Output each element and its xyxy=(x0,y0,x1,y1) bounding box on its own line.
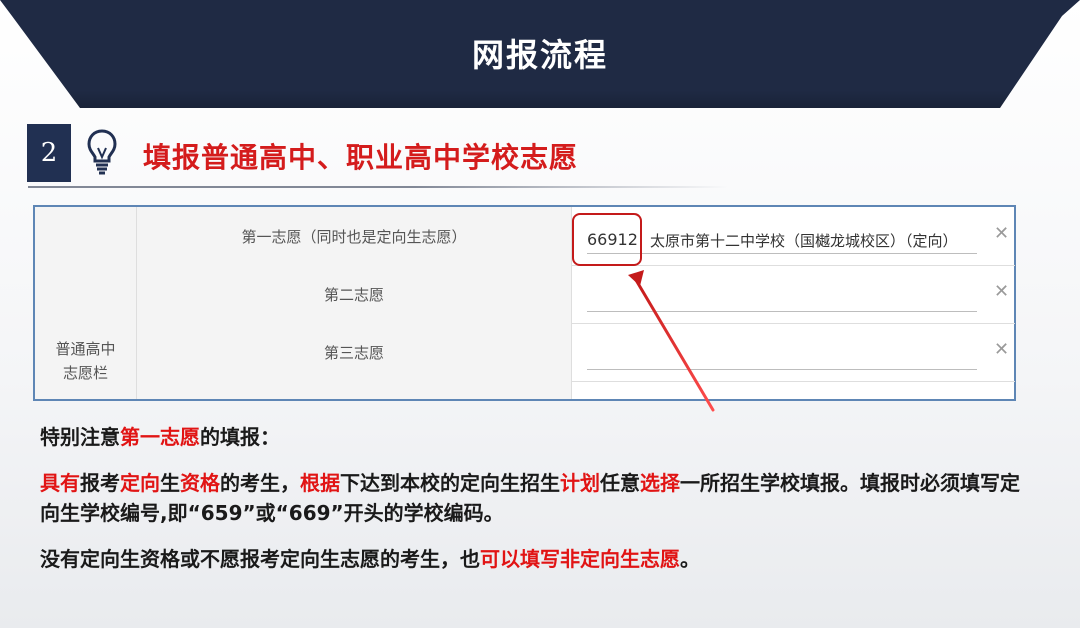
note-line-2: 具有报考定向生资格的考生，根据下达到本校的定向生招生计划任意选择一所招生学校填报… xyxy=(40,468,1030,528)
note-emphasis: 具有 xyxy=(40,471,80,495)
input-underline xyxy=(587,253,977,254)
note-emphasis: 根据 xyxy=(300,471,340,495)
group-cell: 普通高中志愿栏 xyxy=(35,207,137,399)
school-name: 太原市第十二中学校（国樾龙城校区）（定向） xyxy=(650,232,958,250)
page-title: 网报流程 xyxy=(471,36,608,74)
section-title: 填报普通高中、职业高中学校志愿 xyxy=(143,141,579,174)
group-label: 普通高中志愿栏 xyxy=(55,340,116,382)
note-text: 任意 xyxy=(600,471,640,495)
clear-icon[interactable]: ✕ xyxy=(994,223,1009,244)
note-text: 的填报： xyxy=(200,425,280,449)
input-underline xyxy=(587,311,977,312)
note-emphasis: 第一志愿 xyxy=(120,425,200,449)
code-highlight xyxy=(572,213,642,266)
note-emphasis: 可以填写非定向生志愿 xyxy=(480,547,680,571)
title-divider xyxy=(28,186,728,188)
note-text: 特别注意 xyxy=(40,425,120,449)
volunteer-row-4 xyxy=(137,381,1015,399)
note-emphasis: 定向 xyxy=(120,471,160,495)
first-choice-input[interactable]: 66912 太原市第十二中学校（国樾龙城校区）（定向） xyxy=(587,207,977,265)
note-text: 的考生， xyxy=(220,471,300,495)
note-text: 下达到本校的定向生招生 xyxy=(340,471,560,495)
note-emphasis: 计划 xyxy=(560,471,600,495)
note-emphasis: 选择 xyxy=(640,471,680,495)
row-label: 第一志愿（同时也是定向生志愿） xyxy=(137,207,572,265)
row-label: 第二志愿 xyxy=(137,265,572,323)
note-line-1: 特别注意第一志愿的填报： xyxy=(40,422,1030,452)
note-text: 没有定向生资格或不愿报考定向生志愿的考生，也 xyxy=(40,547,480,571)
notes: 特别注意第一志愿的填报： 具有报考定向生资格的考生，根据下达到本校的定向生招生计… xyxy=(40,422,1030,574)
note-text: 。 xyxy=(680,547,700,571)
input-underline xyxy=(587,369,977,370)
row-label xyxy=(137,381,572,399)
clear-icon[interactable]: ✕ xyxy=(994,339,1009,360)
row-label: 第三志愿 xyxy=(137,323,572,381)
third-choice-input[interactable] xyxy=(587,323,977,381)
clear-icon[interactable]: ✕ xyxy=(994,281,1009,302)
volunteer-row-3: 第三志愿 ✕ xyxy=(137,323,1015,382)
note-line-3: 没有定向生资格或不愿报考定向生志愿的考生，也可以填写非定向生志愿。 xyxy=(40,544,1030,574)
note-text: 生 xyxy=(160,471,180,495)
second-choice-input[interactable] xyxy=(587,265,977,323)
lightbulb-icon xyxy=(87,129,117,175)
step-number: 2 xyxy=(27,124,71,182)
volunteer-row-2: 第二志愿 ✕ xyxy=(137,265,1015,324)
volunteer-form: 普通高中志愿栏 第一志愿（同时也是定向生志愿） 66912 太原市第十二中学校（… xyxy=(33,205,1016,401)
note-emphasis: 资格 xyxy=(180,471,220,495)
note-text: 报考 xyxy=(80,471,120,495)
